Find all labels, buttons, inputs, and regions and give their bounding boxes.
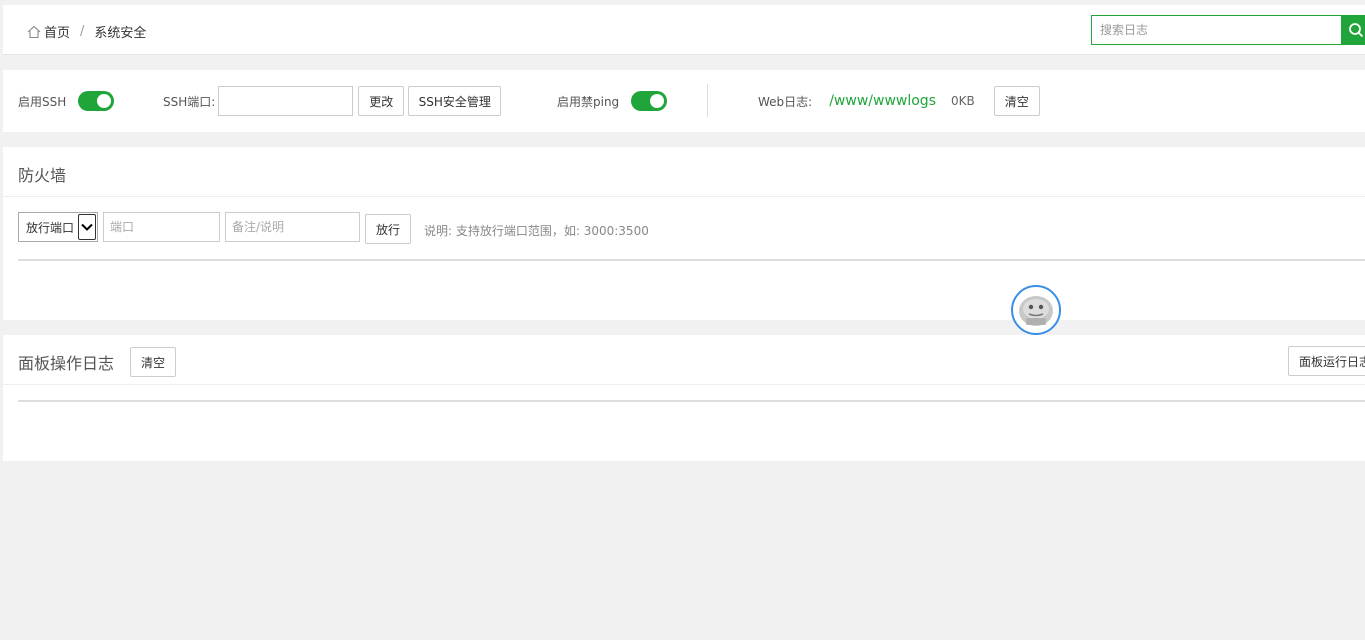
search-icon: [1349, 23, 1364, 38]
ping-disable-group: 启用禁ping: [557, 70, 668, 132]
firewall-header-divider: [3, 196, 1365, 197]
firewall-panel: 防火墙 放行端口 放行 说明: 支持放行端口范围，如: 3000:3500: [3, 147, 1365, 320]
ping-disable-toggle[interactable]: [631, 91, 668, 111]
ssh-enable-label: 启用SSH: [18, 94, 67, 109]
ssh-port-label: SSH端口:: [163, 94, 216, 109]
ssh-port-change-button[interactable]: 更改: [358, 86, 405, 116]
ssh-port-input[interactable]: [218, 86, 354, 116]
web-log-group: Web日志: /www/wwwlogs 0KB 清空: [758, 70, 1040, 132]
breadcrumb-home-link[interactable]: 首页: [44, 22, 70, 41]
firewall-action-select-value: 放行端口: [26, 220, 75, 235]
firewall-allow-button[interactable]: 放行: [365, 214, 411, 244]
web-log-size: 0KB: [951, 94, 975, 108]
ping-disable-label: 启用禁ping: [557, 94, 620, 109]
ssh-enable-group: 启用SSH: [18, 70, 115, 132]
web-log-label: Web日志:: [758, 94, 813, 109]
web-log-path-link[interactable]: /www/wwwlogs: [829, 93, 936, 109]
avatar[interactable]: [1011, 285, 1061, 335]
search-input[interactable]: [1091, 15, 1341, 45]
ssh-port-group: SSH端口: 更改 SSH安全管理: [163, 70, 502, 132]
ssh-enable-toggle[interactable]: [78, 91, 115, 111]
search-button[interactable]: [1341, 15, 1365, 45]
oplog-title: 面板操作日志: [18, 354, 115, 373]
firewall-port-input[interactable]: [103, 212, 220, 242]
ssh-security-manage-button[interactable]: SSH安全管理: [408, 86, 502, 116]
breadcrumb-separator: /: [80, 24, 85, 39]
ssh-settings-panel: 启用SSH SSH端口: 更改 SSH安全管理 启用禁ping Web日志: /…: [3, 70, 1365, 132]
divider: [707, 84, 708, 117]
breadcrumb-current: 系统安全: [94, 26, 147, 41]
top-bar: 首页 / 系统安全: [3, 5, 1365, 55]
firewall-note-input[interactable]: [225, 212, 360, 242]
firewall-table-divider: [18, 259, 1365, 261]
panel-run-log-button[interactable]: 面板运行日志: [1288, 346, 1365, 376]
firewall-title: 防火墙: [18, 166, 67, 185]
robot-icon: [1019, 296, 1053, 326]
chevron-down-icon[interactable]: [78, 214, 96, 240]
home-icon[interactable]: [27, 25, 41, 39]
firewall-hint: 说明: 支持放行端口范围，如: 3000:3500: [424, 224, 649, 238]
web-log-clear-button[interactable]: 清空: [993, 86, 1040, 116]
oplog-header-divider: [3, 384, 1365, 385]
oplog-clear-button[interactable]: 清空: [130, 347, 176, 377]
search-bar: [1091, 15, 1365, 45]
breadcrumb: 首页 / 系统安全: [27, 22, 146, 41]
panel-operation-log-panel: 面板操作日志 清空 面板运行日志: [3, 335, 1365, 461]
oplog-table-divider: [18, 400, 1365, 402]
firewall-action-select[interactable]: 放行端口: [18, 212, 98, 242]
